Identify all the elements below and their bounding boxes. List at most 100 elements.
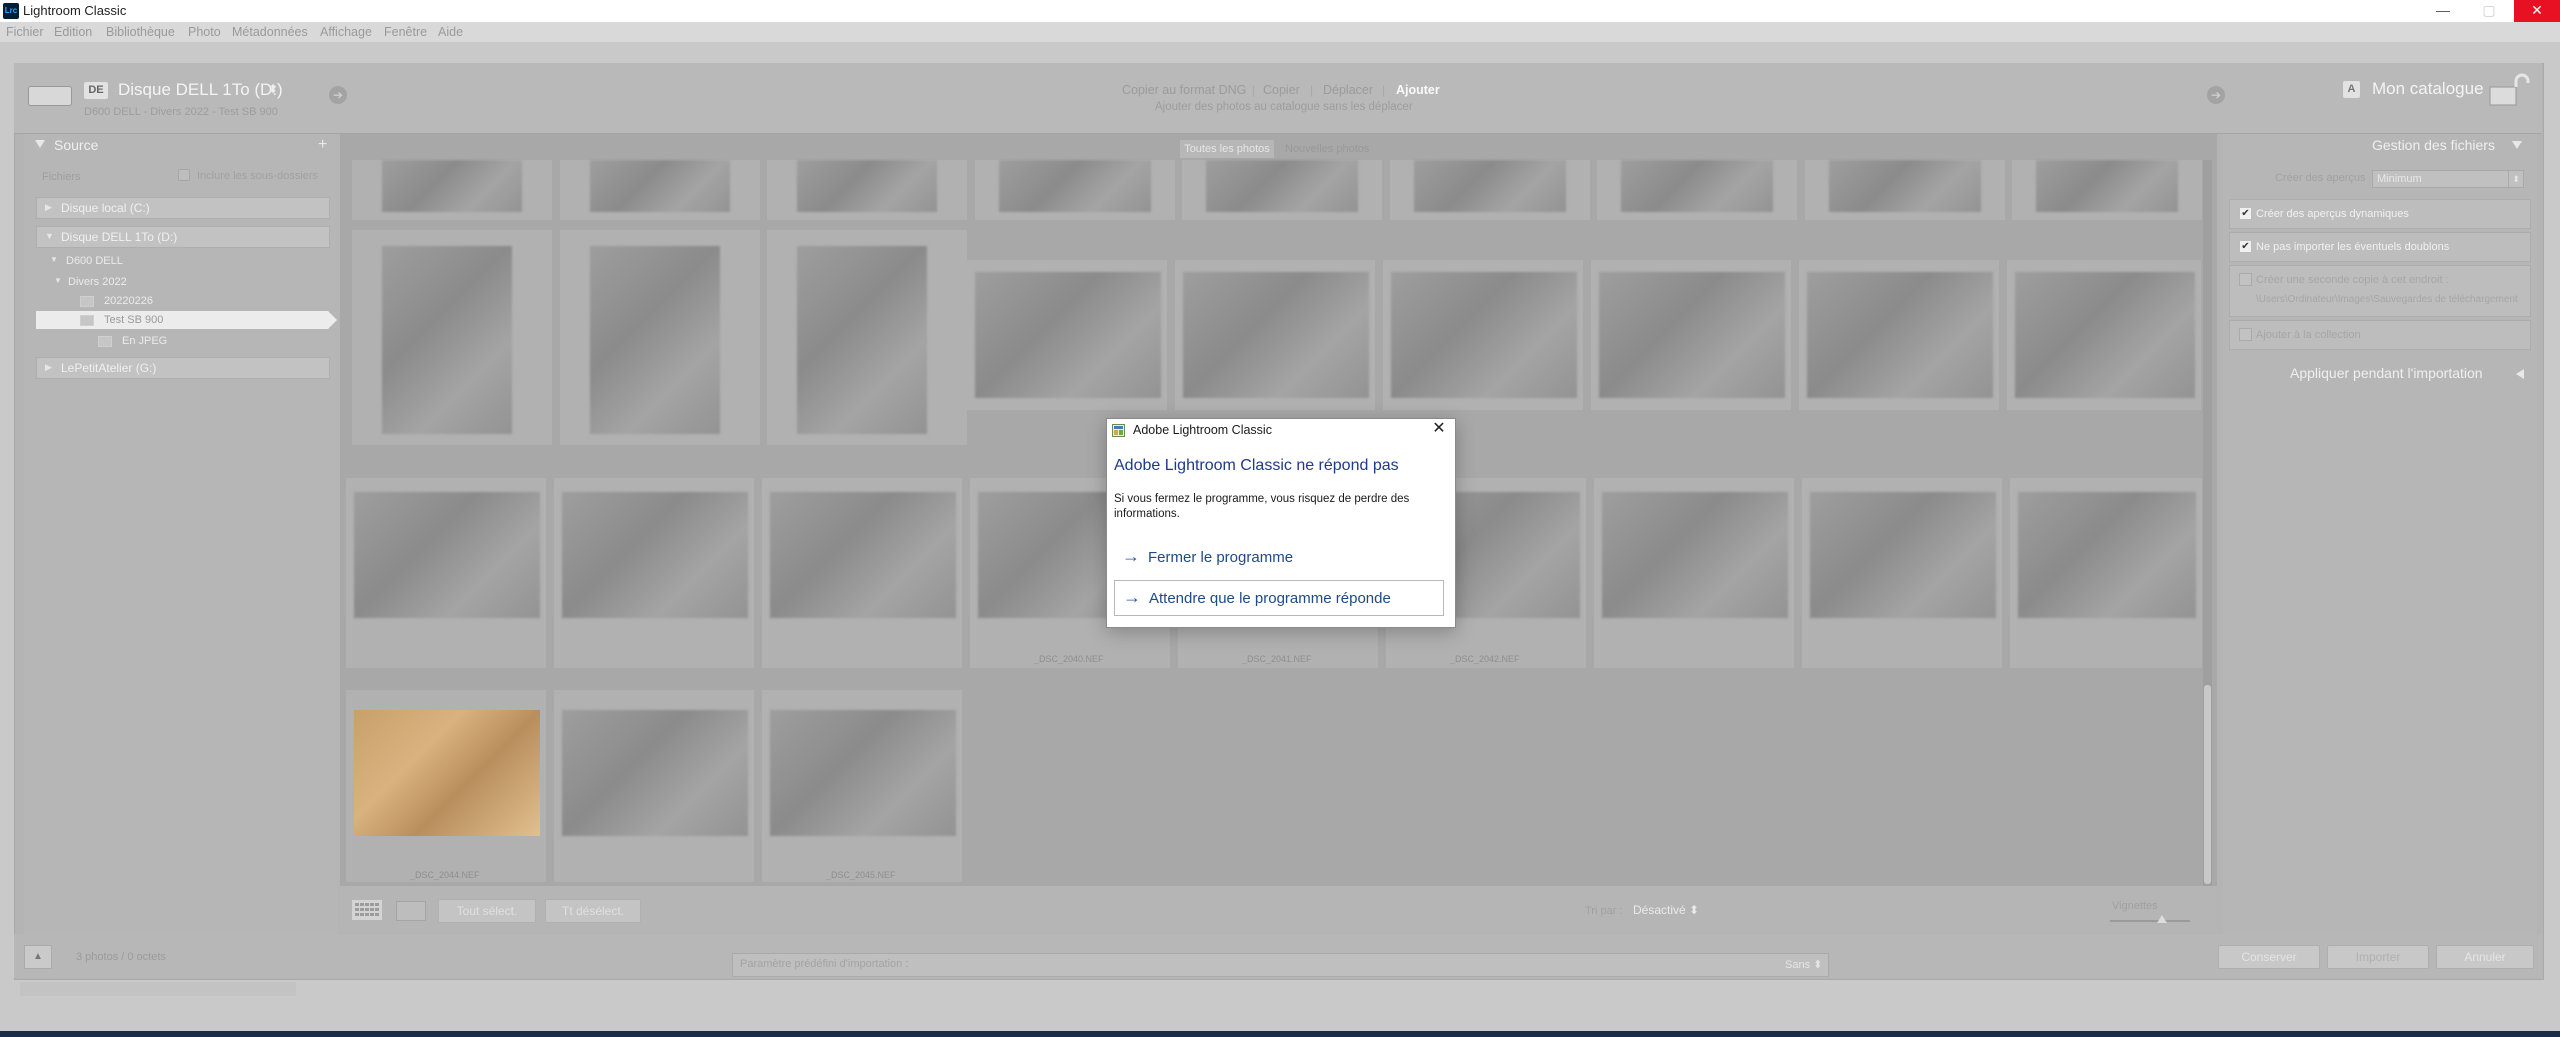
photo-thumbnail bbox=[382, 160, 522, 212]
collapse-button[interactable]: ▲ bbox=[24, 945, 52, 969]
thumbnail-size-slider[interactable] bbox=[2110, 920, 2190, 922]
close-window-button[interactable]: ✕ bbox=[2514, 0, 2560, 22]
folder-20220226[interactable]: 20220226 bbox=[36, 292, 328, 310]
add-to-collection-checkbox[interactable] bbox=[2239, 328, 2252, 341]
mode-copy[interactable]: Copier bbox=[1263, 83, 1300, 97]
keep-button[interactable]: Conserver bbox=[2218, 945, 2320, 969]
photo-cell[interactable] bbox=[1591, 260, 1791, 410]
photo-cell[interactable] bbox=[1175, 260, 1375, 410]
sort-selector[interactable]: Désactivé ⬍ bbox=[1633, 903, 1699, 917]
source-drive-selector[interactable]: Disque DELL 1To (D:) bbox=[118, 80, 283, 100]
smart-previews-row[interactable]: ✔ Créer des aperçus dynamiques bbox=[2229, 199, 2531, 229]
deselect-all-button[interactable]: Tt désélect. bbox=[545, 899, 641, 923]
build-previews-label: Créer des aperçus bbox=[2275, 172, 2366, 184]
catalog-name[interactable]: Mon catalogue bbox=[2372, 79, 2484, 99]
minimize-button[interactable]: — bbox=[2420, 0, 2466, 22]
photo-cell[interactable] bbox=[767, 160, 967, 220]
photo-cell[interactable] bbox=[1390, 160, 1590, 220]
updown-arrow-icon[interactable]: ⬍ bbox=[2508, 170, 2524, 188]
no-duplicates-checkbox[interactable]: ✔ bbox=[2239, 240, 2252, 253]
add-to-collection-row[interactable]: Ajouter à la collection bbox=[2229, 320, 2531, 350]
import-header bbox=[14, 63, 2542, 133]
slider-knob-icon[interactable] bbox=[2157, 915, 2167, 923]
mode-add[interactable]: Ajouter bbox=[1396, 83, 1440, 97]
photo-cell[interactable] bbox=[1182, 160, 1382, 220]
smart-previews-checkbox[interactable]: ✔ bbox=[2239, 207, 2252, 220]
maximize-button[interactable]: ▢ bbox=[2466, 0, 2512, 22]
mode-copy-dng[interactable]: Copier au format DNG bbox=[1122, 83, 1246, 97]
photo-cell[interactable] bbox=[1597, 160, 1797, 220]
apply-during-import-title[interactable]: Appliquer pendant l'importation bbox=[2290, 365, 2483, 381]
photo-cell[interactable] bbox=[1594, 478, 1794, 668]
thumbnails-label: Vignettes bbox=[2112, 900, 2158, 912]
include-subfolders-checkbox[interactable] bbox=[178, 169, 190, 181]
volume-disque-local[interactable]: ▶ Disque local (C:) bbox=[36, 197, 330, 219]
second-copy-checkbox[interactable] bbox=[2239, 273, 2252, 286]
photo-cell[interactable] bbox=[560, 230, 760, 445]
dialog-heading: Adobe Lightroom Classic ne répond pas bbox=[1114, 457, 1399, 474]
collapse-triangle-icon[interactable] bbox=[2512, 141, 2522, 149]
close-program-option[interactable]: → Fermer le programme bbox=[1114, 540, 1444, 576]
photo-cell[interactable] bbox=[346, 478, 546, 668]
photo-cell[interactable] bbox=[1805, 160, 2005, 220]
add-source-button[interactable]: + bbox=[318, 136, 327, 154]
volume-disque-dell[interactable]: ▼ Disque DELL 1To (D:) bbox=[36, 226, 330, 248]
photo-cell[interactable] bbox=[2010, 478, 2202, 668]
tab-new-photos[interactable]: Nouvelles photos bbox=[1285, 140, 1369, 158]
folder-divers-2022[interactable]: ▼ Divers 2022 bbox=[36, 273, 328, 291]
tab-all-photos[interactable]: Toutes les photos bbox=[1180, 140, 1274, 158]
photo-cell[interactable] bbox=[1383, 260, 1583, 410]
photo-cell[interactable] bbox=[352, 230, 552, 445]
photo-cell[interactable] bbox=[975, 160, 1175, 220]
import-button[interactable]: Importer bbox=[2327, 945, 2429, 969]
photo-cell[interactable] bbox=[1799, 260, 1999, 410]
wait-program-option[interactable]: → Attendre que le programme réponde bbox=[1114, 580, 1444, 616]
menu-affichage[interactable]: Affichage bbox=[320, 22, 372, 42]
photo-cell[interactable]: _DSC_2045.NEF bbox=[762, 690, 962, 882]
import-preset-select[interactable]: Sans ⬍ bbox=[1785, 958, 1822, 971]
menu-aide[interactable]: Aide bbox=[438, 22, 463, 42]
taskbar bbox=[0, 1031, 2560, 1037]
photo-thumbnail bbox=[1602, 492, 1788, 618]
grid-scrollbar-thumb[interactable] bbox=[2204, 685, 2211, 884]
dialog-close-button[interactable]: ✕ bbox=[1431, 421, 1447, 437]
menu-fichier[interactable]: Fichier bbox=[6, 22, 44, 42]
menu-bibliotheque[interactable]: Bibliothèque bbox=[106, 22, 175, 42]
mode-move[interactable]: Déplacer bbox=[1323, 83, 1373, 97]
folder-d600-dell[interactable]: ▼ D600 DELL bbox=[36, 252, 328, 270]
photo-thumbnail bbox=[1206, 160, 1358, 212]
photo-cell[interactable] bbox=[2012, 160, 2202, 220]
photo-cell[interactable] bbox=[767, 230, 967, 445]
volume-lepetitatelier[interactable]: ▶ LePetitAtelier (G:) bbox=[36, 357, 330, 379]
photo-cell[interactable] bbox=[560, 160, 760, 220]
menu-photo[interactable]: Photo bbox=[188, 22, 221, 42]
expand-triangle-icon[interactable] bbox=[2516, 369, 2524, 379]
folder-test-sb-900[interactable]: Test SB 900 bbox=[36, 311, 328, 329]
folder-en-jpeg[interactable]: En JPEG bbox=[36, 332, 328, 350]
volume-label: LePetitAtelier (G:) bbox=[61, 361, 157, 375]
photo-cell[interactable] bbox=[352, 160, 552, 220]
menu-edition[interactable]: Edition bbox=[54, 22, 92, 42]
photo-cell[interactable] bbox=[1802, 478, 2002, 668]
photo-cell[interactable] bbox=[2007, 260, 2201, 410]
folder-label: En JPEG bbox=[122, 335, 168, 347]
build-previews-select[interactable]: Minimum bbox=[2372, 170, 2514, 188]
photo-cell[interactable] bbox=[762, 478, 962, 668]
photo-cell[interactable] bbox=[967, 260, 1167, 410]
photo-cell[interactable] bbox=[554, 478, 754, 668]
app-window-icon bbox=[1112, 424, 1125, 437]
menu-metadonnees[interactable]: Métadonnées bbox=[232, 22, 308, 42]
no-duplicates-label: Ne pas importer les éventuels doublons bbox=[2256, 241, 2450, 253]
cancel-button[interactable]: Annuler bbox=[2436, 945, 2534, 969]
grid-view-icon[interactable] bbox=[352, 900, 382, 920]
collapse-triangle-icon[interactable] bbox=[35, 140, 45, 148]
no-duplicates-row[interactable]: ✔ Ne pas importer les éventuels doublons bbox=[2229, 232, 2531, 262]
second-copy-row[interactable]: Créer une seconde copie à cet endroit : … bbox=[2229, 265, 2531, 317]
menu-fenetre[interactable]: Fenêtre bbox=[384, 22, 427, 42]
select-all-button[interactable]: Tout sélect. bbox=[438, 899, 536, 923]
photo-cell[interactable] bbox=[554, 690, 754, 882]
hard-drive-icon bbox=[28, 86, 72, 106]
arrow-right-icon: → bbox=[1122, 546, 1140, 566]
photo-cell[interactable]: _DSC_2044.NEF bbox=[346, 690, 546, 882]
loupe-view-icon[interactable] bbox=[396, 901, 426, 921]
